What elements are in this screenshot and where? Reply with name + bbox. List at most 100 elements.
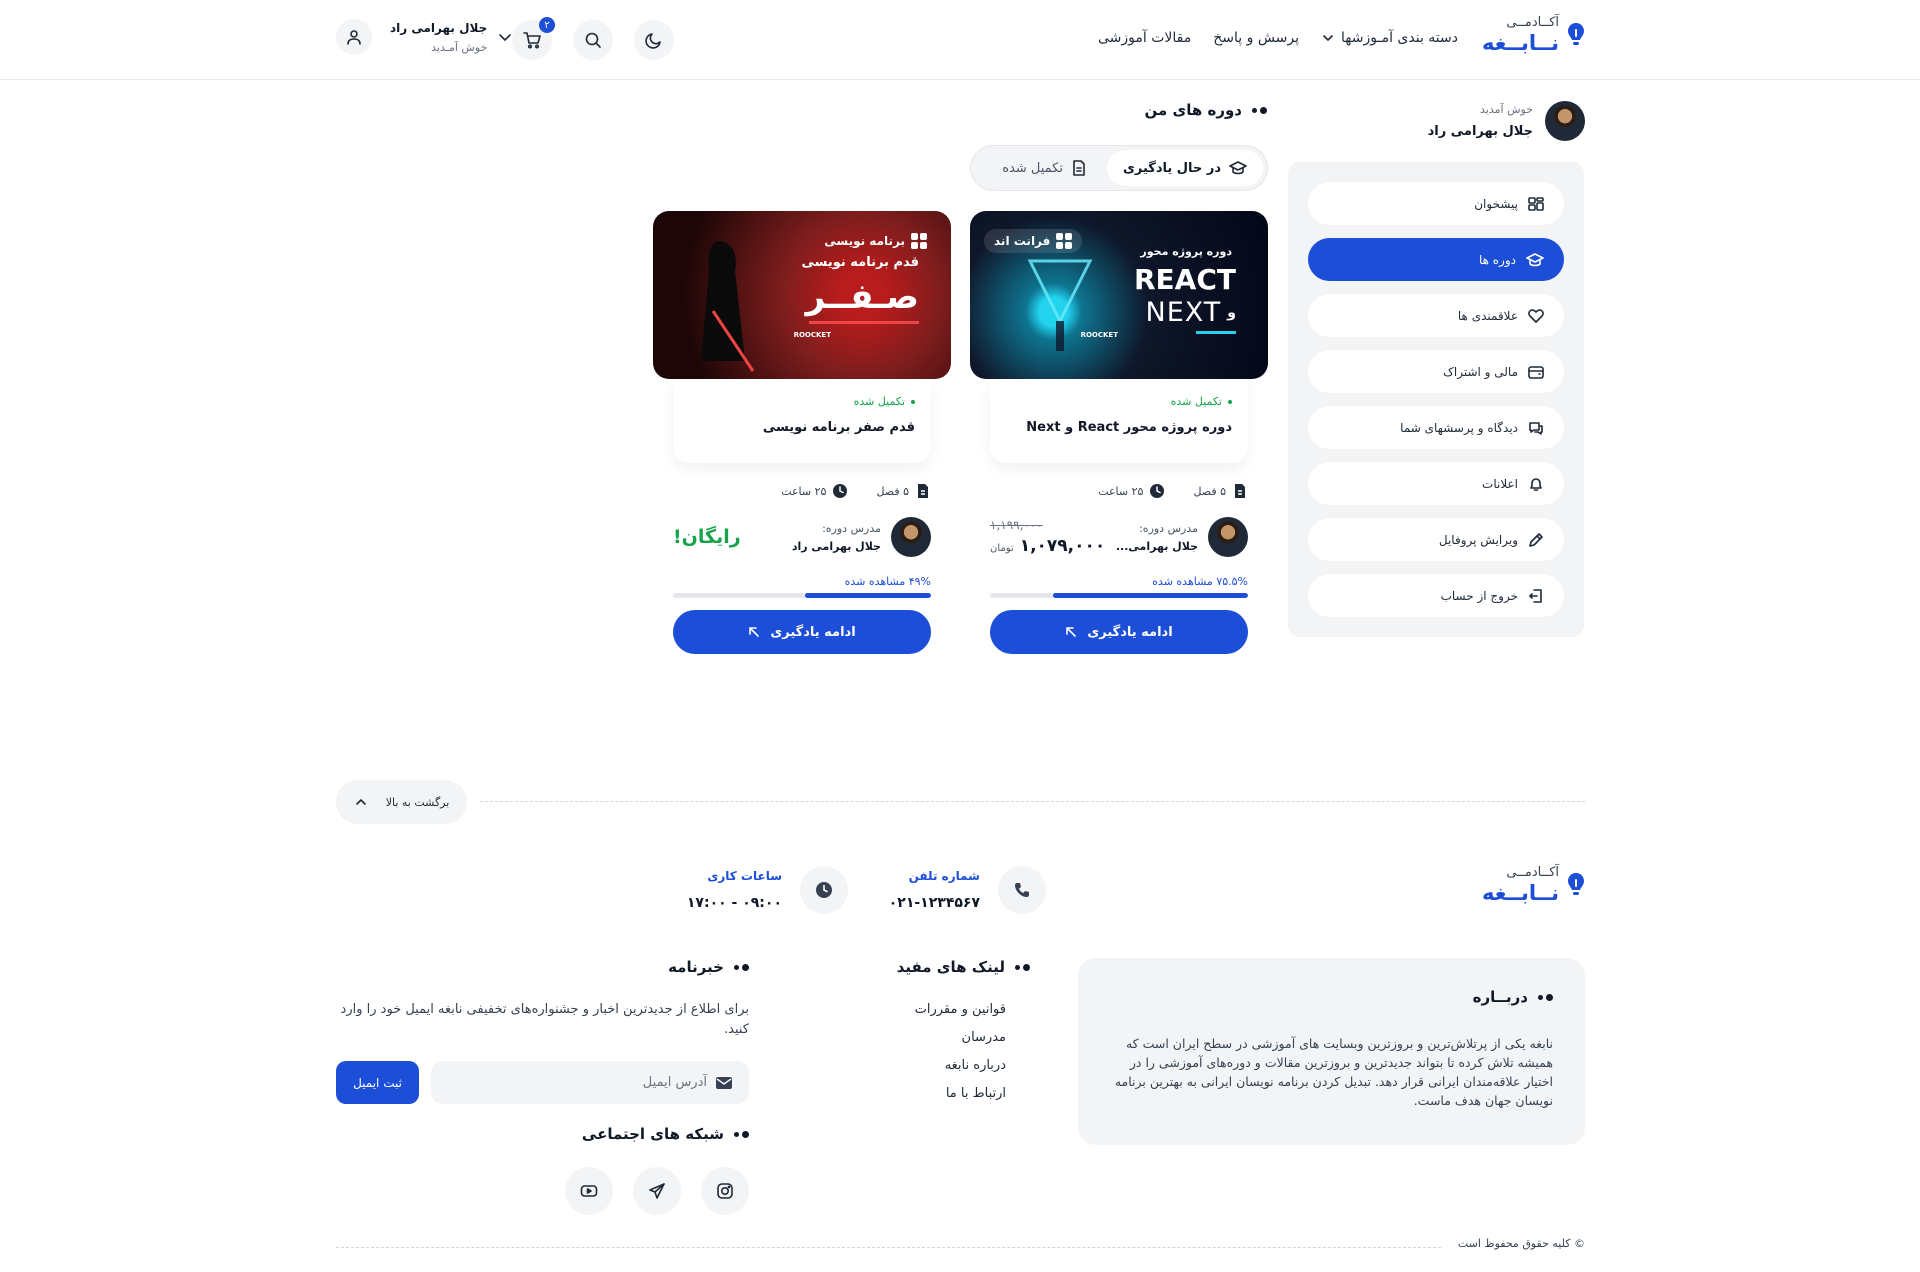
logo-subtitle: آکــادمــی (1506, 15, 1559, 30)
sidebar-item-courses[interactable]: دوره ها (1308, 238, 1564, 281)
user-icon (347, 30, 361, 45)
dashboard-icon (1528, 196, 1544, 211)
continue-learning-button[interactable]: ادامه یادگیری (990, 610, 1248, 654)
banner-react-text: REACT (1133, 263, 1236, 296)
price-free: رایگان! (673, 526, 741, 548)
course-hours-label: ۲۵ ساعت (1098, 484, 1144, 498)
cart-icon (523, 32, 541, 49)
sidebar-item-label: اعلانات (1482, 476, 1518, 491)
chevron-up-icon (355, 799, 366, 805)
links-list: قوانین و مقررات مدرسان درباره نابغه ارتب… (897, 1002, 1006, 1101)
footer-logo[interactable]: آکــادمــی نــابــغه (1482, 866, 1585, 904)
logout-icon (1529, 588, 1542, 603)
banner-underline (809, 321, 919, 324)
course-category-label: فرانت اند (994, 234, 1051, 248)
search-icon (585, 32, 601, 48)
course-chapters-label: ۵ فصل (1193, 484, 1226, 498)
sidebar-item-logout[interactable]: خروج از حساب (1308, 574, 1564, 617)
course-banner[interactable]: برنامه نویسی قدم برنامه نویسی صـفــر ROO… (653, 211, 951, 379)
user-name: جلال بهرامی راد (390, 20, 488, 35)
progress-fill (804, 593, 931, 598)
course-info: تکمیل شده قدم صفر برنامه نویسی (673, 379, 931, 463)
title-dots-icon (1015, 963, 1030, 971)
footer-link-about[interactable]: درباره نابغه (897, 1058, 1006, 1073)
course-title[interactable]: قدم صفر برنامه نویسی (689, 420, 915, 435)
sidebar-item-favorites[interactable]: علاقمندی ها (1308, 294, 1564, 337)
course-hours: ۲۵ ساعت (781, 483, 848, 499)
about-title-text: دربــاره (1472, 988, 1528, 1006)
course-chapters-label: ۵ فصل (876, 484, 909, 498)
banner-underline (1196, 331, 1236, 334)
sidebar-item-comments[interactable]: دیدگاه و پرسشهای شما (1308, 406, 1564, 449)
sidebar-item-label: ویرایش پروفایل (1438, 532, 1518, 547)
search-button[interactable] (573, 20, 613, 60)
sidebar-item-notifications[interactable]: اعلانات (1308, 462, 1564, 505)
course-banner[interactable]: فرانت اند دوره پروژه محور REACT NEXT و R… (970, 211, 1268, 379)
contact-phone: شماره تلفن ۰۲۱-۱۲۳۴۵۶۷ (889, 866, 1046, 914)
about-section: دربــاره نابغه یکی از پرتلاش‌ترین و بروز… (1078, 958, 1585, 1145)
file-icon (1235, 484, 1245, 498)
banner-illustration (701, 241, 755, 372)
tab-learning-label: در حال یادگیری (1122, 160, 1221, 176)
my-courses-title: دوره های من (1144, 101, 1267, 119)
copyright-divider (336, 1247, 1441, 1248)
title-dots-icon (734, 963, 749, 971)
course-price: ۱,۱۹۹,۰۰۰ ۱,۰۷۹,۰۰۰ تومان (990, 518, 1105, 556)
clock-icon-wrap (800, 866, 848, 914)
cart-button[interactable]: ۲ (512, 17, 555, 60)
back-to-top-button[interactable]: برگشت به بالا (336, 780, 467, 824)
progress-bar (673, 593, 931, 598)
nav-categories[interactable]: دسته بندی آمـوزشها (1321, 30, 1458, 46)
bell-icon (1530, 477, 1542, 491)
sidebar-item-finance[interactable]: مالی و اشتراک (1308, 350, 1564, 393)
arrow-up-left-icon (1066, 627, 1077, 637)
course-teacher: مدرس دوره: جلال بهرامی... (1116, 517, 1248, 557)
course-tabs: در حال یادگیری تکمیل شده (970, 145, 1268, 191)
logo-title: نــابــغه (1482, 31, 1559, 55)
tab-completed[interactable]: تکمیل شده (986, 150, 1103, 186)
submit-email-button[interactable]: ثبت ایمیل (336, 1061, 419, 1104)
clock-icon (1150, 484, 1165, 498)
sidebar-item-dashboard[interactable]: پیشخوان (1308, 182, 1564, 225)
dashboard-sidebar: پیشخوان دوره ها علاقمندی ها مالی و اشترا… (1288, 162, 1584, 637)
progress-bar (990, 593, 1248, 598)
banner-brand: ROOCKET (793, 331, 831, 339)
youtube-button[interactable] (565, 1167, 613, 1215)
newsletter-title-text: خبرنامه (668, 958, 724, 976)
course-teacher-price: مدرس دوره: جلال بهرامی... ۱,۱۹۹,۰۰۰ ۱,۰۷… (990, 517, 1248, 557)
hours-label: ساعات کاری (707, 869, 782, 883)
course-meta: ۵ فصل ۲۵ ساعت (673, 483, 931, 499)
social-title: شبکه های اجتماعی (582, 1125, 749, 1143)
clock-icon (816, 882, 832, 898)
theme-toggle-button[interactable] (634, 20, 674, 60)
continue-learning-label: ادامه یادگیری (1087, 624, 1173, 640)
youtube-icon (580, 1185, 598, 1197)
continue-learning-button[interactable]: ادامه یادگیری (673, 610, 931, 654)
sidebar-item-edit-profile[interactable]: ویرایش پروفایل (1308, 518, 1564, 561)
logo-subtitle: آکــادمــی (1506, 865, 1559, 880)
nav-qa[interactable]: پرسش و پاسخ (1213, 30, 1299, 46)
course-title[interactable]: دوره پروژه محور React و Next (1006, 420, 1232, 435)
footer-link-rules[interactable]: قوانین و مقررات (897, 1002, 1006, 1017)
my-courses-title-text: دوره های من (1144, 101, 1242, 119)
back-to-top-label: برگشت به بالا (385, 795, 450, 809)
heart-icon (1528, 308, 1544, 323)
sidebar-item-label: خروج از حساب (1440, 588, 1518, 603)
user-menu[interactable]: جلال بهرامی راد خوش آمـدید (336, 19, 513, 55)
site-logo[interactable]: آکــادمــی نــابــغه (1482, 16, 1585, 54)
tab-learning[interactable]: در حال یادگیری (1106, 150, 1263, 186)
course-hours: ۲۵ ساعت (1098, 483, 1165, 499)
teacher-name: جلال بهرامی راد (791, 539, 881, 553)
phone-value: ۰۲۱-۱۲۳۴۵۶۷ (888, 895, 980, 911)
teacher-avatar (1208, 517, 1248, 557)
email-input[interactable]: آدرس ایمیل (431, 1061, 749, 1104)
teacher-avatar (891, 517, 931, 557)
user-avatar-button[interactable] (336, 19, 372, 55)
banner-next-text: NEXT (1145, 297, 1222, 328)
telegram-button[interactable] (633, 1167, 681, 1215)
instagram-button[interactable] (701, 1167, 749, 1215)
nav-articles[interactable]: مقالات آموزشی (1098, 30, 1191, 46)
clock-icon (833, 484, 848, 498)
footer-link-teachers[interactable]: مدرسان (897, 1030, 1006, 1045)
footer-link-contact[interactable]: ارتباط با ما (897, 1086, 1006, 1101)
